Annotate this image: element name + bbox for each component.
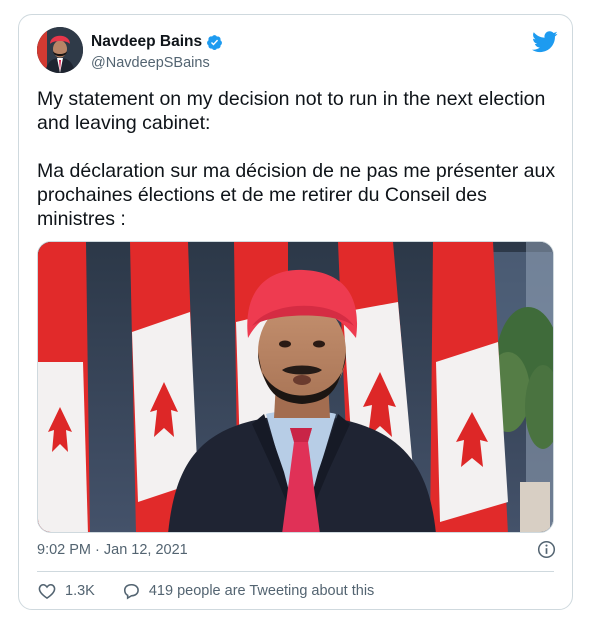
tweet-card[interactable]: Navdeep Bains @NavdeepSBains My statemen… [18, 14, 573, 610]
heart-icon [38, 583, 56, 600]
action-bar: 1.3K 419 people are Tweeting about this [37, 581, 400, 601]
avatar[interactable] [37, 27, 83, 73]
twitter-bird-icon[interactable] [532, 31, 558, 53]
speech-bubble-icon [123, 583, 139, 600]
flag-1 [38, 242, 90, 532]
author-handle[interactable]: @NavdeepSBains [91, 55, 210, 71]
verified-badge-icon [207, 34, 223, 50]
tweet-video[interactable] [37, 241, 554, 533]
conversation-link[interactable]: 419 people are Tweeting about this [121, 581, 374, 601]
tweet-text: My statement on my decision not to run i… [37, 88, 556, 230]
info-icon[interactable] [537, 540, 556, 559]
tweet-timestamp[interactable]: 9:02 PM · Jan 12, 2021 [37, 542, 188, 558]
author-name[interactable]: Navdeep Bains [91, 33, 202, 51]
conversation-text: 419 people are Tweeting about this [148, 583, 375, 599]
like-count: 1.3K [65, 583, 95, 599]
like-button[interactable]: 1.3K [37, 581, 95, 601]
divider [37, 571, 554, 572]
